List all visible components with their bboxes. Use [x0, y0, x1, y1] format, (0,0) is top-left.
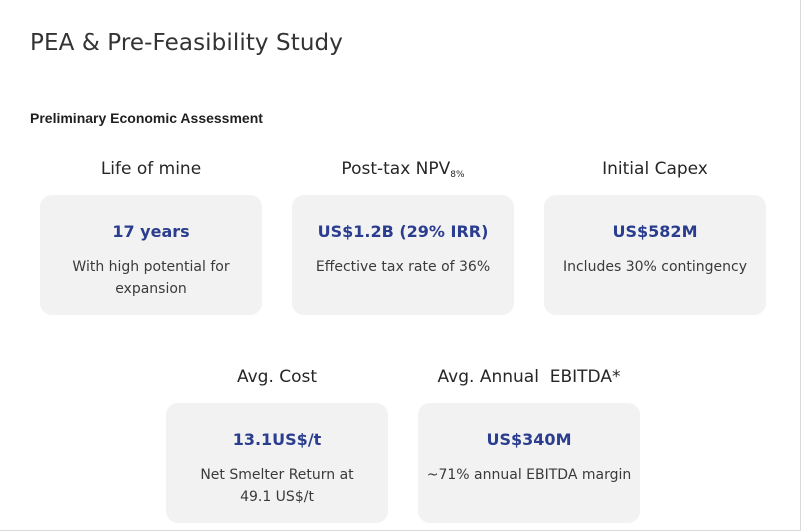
metric-heading: Post-tax NPV8%	[292, 155, 514, 183]
metric-value: 13.1US$/t	[232, 430, 322, 449]
section-title: Preliminary Economic Assessment	[30, 110, 263, 126]
metric-heading-subscript: 8%	[450, 170, 465, 180]
metric-card: 13.1US$/t Net Smelter Return at 49.1 US$…	[166, 403, 388, 523]
metric-initial-capex: Initial Capex US$582M Includes 30% conti…	[544, 155, 766, 315]
metric-description: With high potential for expansion	[72, 259, 230, 297]
metric-card: US$340M ~71% annual EBITDA margin	[418, 403, 640, 523]
metric-description: ~71% annual EBITDA margin	[426, 467, 632, 483]
metric-value: US$340M	[486, 430, 572, 449]
metric-description: Net Smelter Return at 49.1 US$/t	[200, 467, 354, 505]
metric-heading: Avg. Annual EBITDA*	[437, 367, 621, 387]
metric-value: US$1.2B (29% IRR)	[317, 222, 489, 241]
metric-card: US$582M Includes 30% contingency	[544, 195, 766, 315]
metric-value: US$582M	[612, 222, 698, 241]
metric-heading: Life of mine	[100, 159, 202, 179]
metric-life-of-mine: Life of mine 17 years With high potentia…	[40, 155, 262, 315]
metric-description: Effective tax rate of 36%	[315, 259, 491, 275]
metric-description: Includes 30% contingency	[562, 259, 748, 275]
metric-heading: Avg. Cost	[236, 367, 318, 387]
metric-heading: Initial Capex	[602, 159, 708, 179]
metric-heading-text: Post-tax NPV	[341, 159, 451, 179]
metric-card: 17 years With high potential for expansi…	[40, 195, 262, 315]
metric-avg-cost: Avg. Cost 13.1US$/t Net Smelter Return a…	[166, 363, 388, 523]
metric-card: US$1.2B (29% IRR) Effective tax rate of …	[292, 195, 514, 315]
metric-value: 17 years	[112, 222, 190, 241]
metric-post-tax-npv: Post-tax NPV8% US$1.2B (29% IRR) Effecti…	[292, 155, 514, 315]
page-title: PEA & Pre-Feasibility Study	[30, 30, 343, 56]
metric-avg-annual-ebitda: Avg. Annual EBITDA* US$340M ~71% annual …	[418, 363, 640, 523]
